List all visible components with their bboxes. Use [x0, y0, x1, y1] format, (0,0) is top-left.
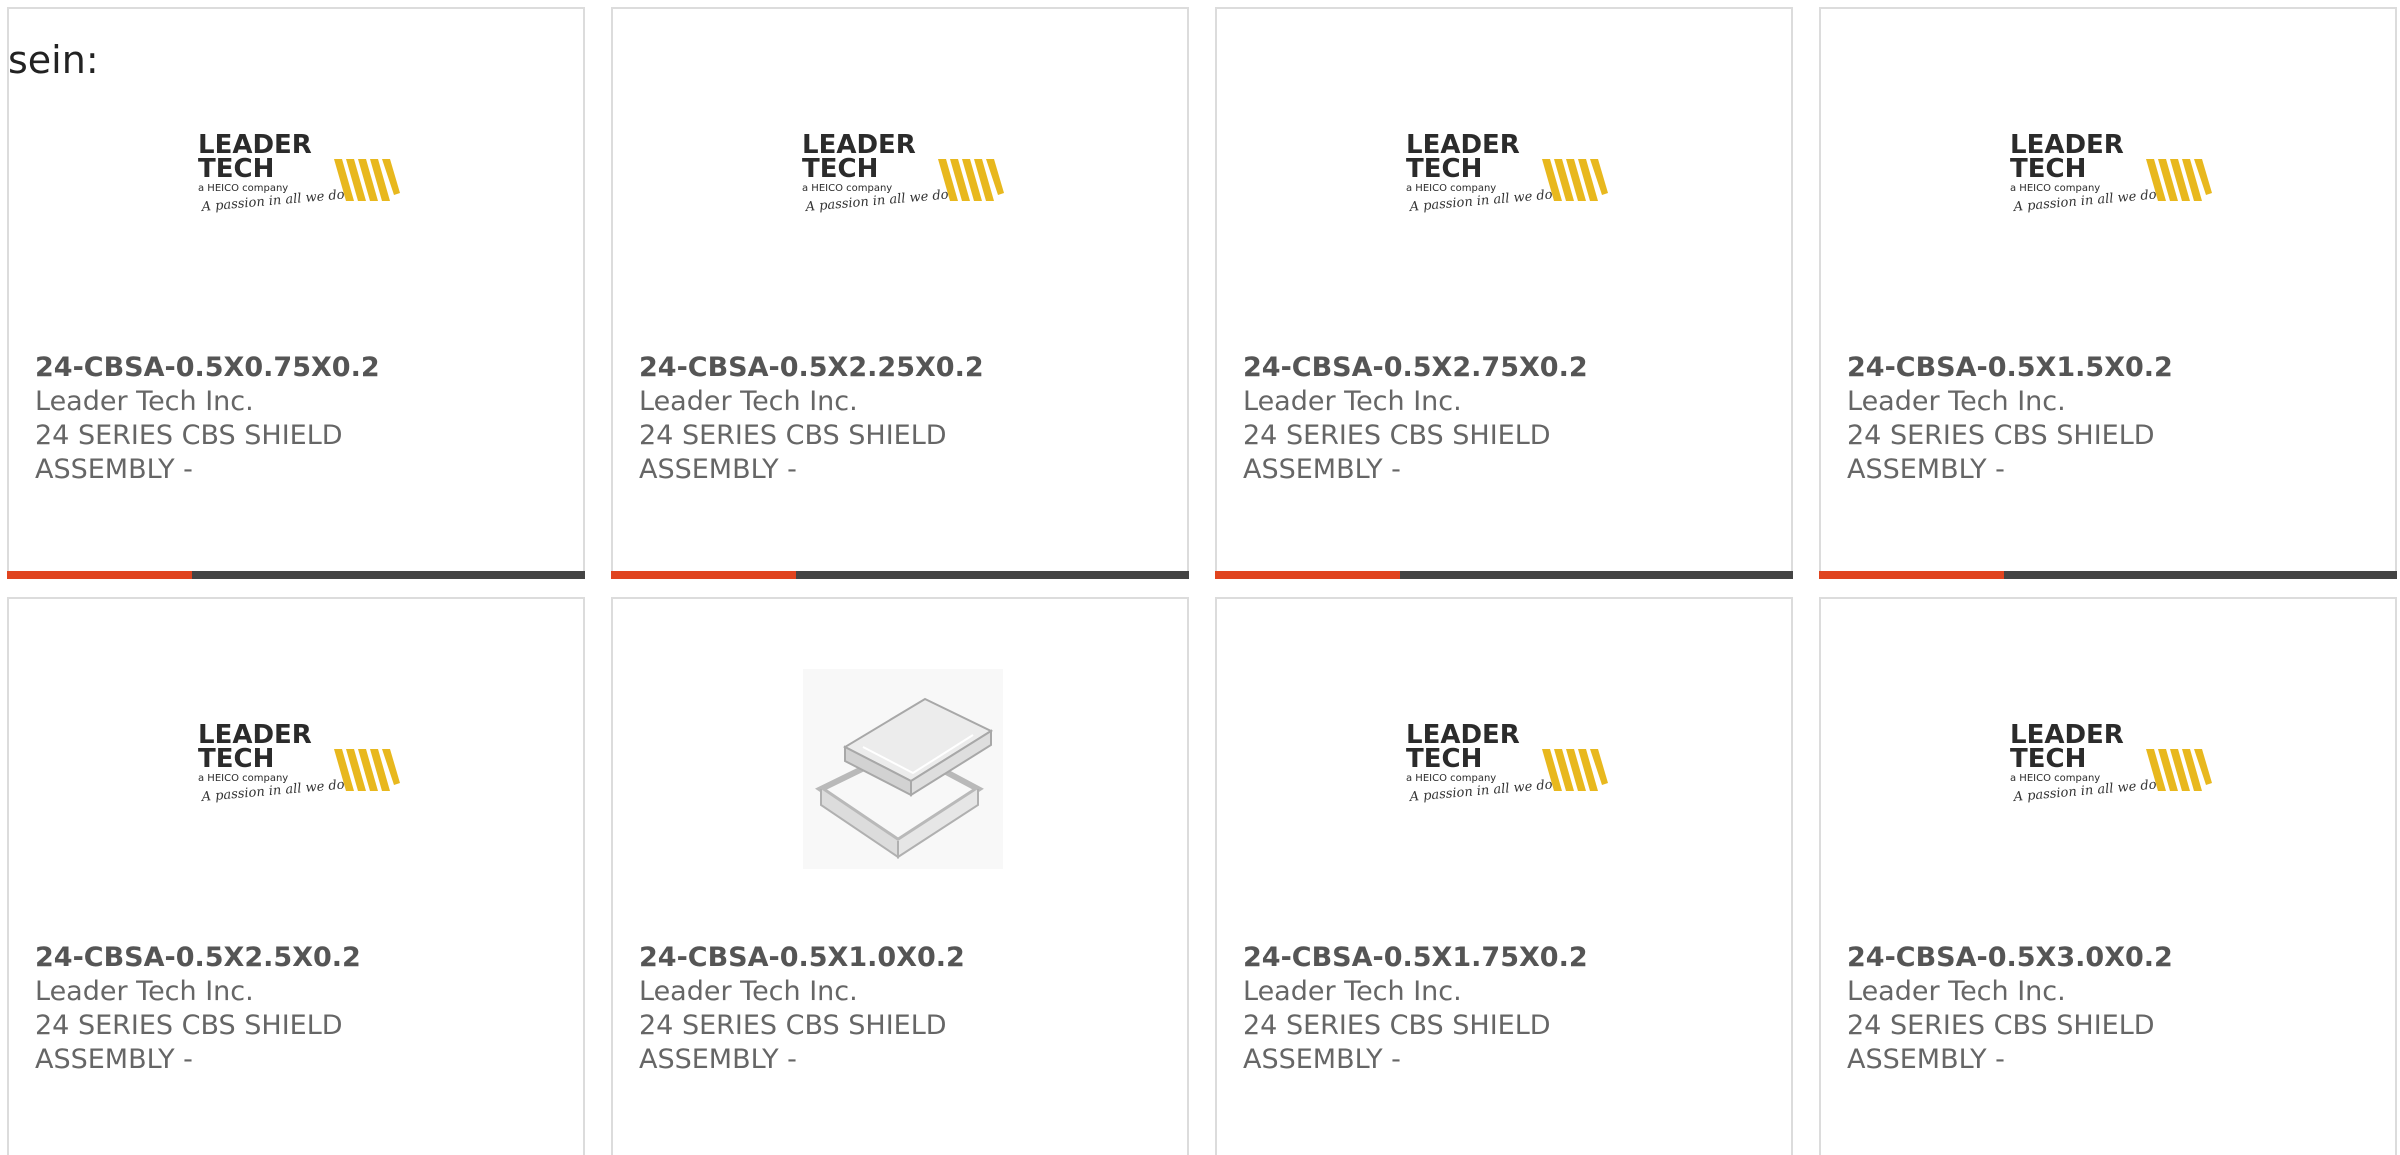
manufacturer: Leader Tech Inc.: [1243, 386, 1462, 417]
product-card[interactable]: LEADER TECH a HEICO company A passion in…: [1215, 7, 1793, 579]
leader-tech-logo-icon: LEADER TECH a HEICO company A passion in…: [1406, 130, 1608, 215]
svg-text:a HEICO company: a HEICO company: [2010, 773, 2100, 784]
manufacturer: Leader Tech Inc.: [639, 386, 858, 417]
description: 24 SERIES CBS SHIELD ASSEMBLY -: [1243, 420, 1551, 485]
svg-text:TECH: TECH: [802, 154, 878, 184]
description: 24 SERIES CBS SHIELD ASSEMBLY -: [1243, 1010, 1551, 1075]
product-card[interactable]: 24-CBSA-0.5X1.0X0.2 Leader Tech Inc. 24 …: [611, 597, 1189, 1155]
svg-text:TECH: TECH: [2010, 154, 2086, 184]
description: 24 SERIES CBS SHIELD ASSEMBLY -: [35, 420, 343, 485]
product-grid-page: sein: LEADER TECH a HEICO company A pass…: [0, 0, 2400, 1155]
product-card[interactable]: LEADER TECH a HEICO company A passion in…: [7, 597, 585, 1155]
product-thumbnail: LEADER TECH a HEICO company A passion in…: [2001, 719, 2221, 819]
svg-text:TECH: TECH: [1406, 154, 1482, 184]
card-accent-bar: [611, 571, 1189, 579]
description: 24 SERIES CBS SHIELD ASSEMBLY -: [1847, 420, 2155, 485]
description: 24 SERIES CBS SHIELD ASSEMBLY -: [35, 1010, 343, 1075]
product-meta: 24-CBSA-0.5X1.5X0.2 Leader Tech Inc. 24 …: [1847, 351, 2327, 487]
manufacturer: Leader Tech Inc.: [1847, 976, 2066, 1007]
description: 24 SERIES CBS SHIELD ASSEMBLY -: [639, 1010, 947, 1075]
product-thumbnail: LEADER TECH a HEICO company A passion in…: [189, 129, 409, 229]
part-number: 24-CBSA-0.5X3.0X0.2: [1847, 942, 2173, 973]
product-thumbnail: LEADER TECH a HEICO company A passion in…: [1397, 719, 1617, 819]
product-meta: 24-CBSA-0.5X2.5X0.2 Leader Tech Inc. 24 …: [35, 941, 515, 1077]
card-accent-bar: [1215, 571, 1793, 579]
leader-tech-logo-icon: LEADER TECH a HEICO company A passion in…: [1406, 720, 1608, 805]
leader-tech-logo-icon: LEADER TECH a HEICO company A passion in…: [198, 130, 400, 215]
svg-text:TECH: TECH: [2010, 744, 2086, 774]
svg-text:a HEICO company: a HEICO company: [198, 773, 288, 784]
part-number: 24-CBSA-0.5X2.25X0.2: [639, 352, 984, 383]
description: 24 SERIES CBS SHIELD ASSEMBLY -: [1847, 1010, 2155, 1075]
part-number: 24-CBSA-0.5X1.5X0.2: [1847, 352, 2173, 383]
manufacturer: Leader Tech Inc.: [1847, 386, 2066, 417]
leader-tech-logo-icon: LEADER TECH a HEICO company A passion in…: [198, 720, 400, 805]
part-number: 24-CBSA-0.5X0.75X0.2: [35, 352, 380, 383]
intro-text: sein:: [8, 38, 99, 82]
svg-text:a HEICO company: a HEICO company: [1406, 183, 1496, 194]
product-thumbnail: LEADER TECH a HEICO company A passion in…: [1397, 129, 1617, 229]
product-meta: 24-CBSA-0.5X2.25X0.2 Leader Tech Inc. 24…: [639, 351, 1119, 487]
product-meta: 24-CBSA-0.5X3.0X0.2 Leader Tech Inc. 24 …: [1847, 941, 2327, 1077]
product-card[interactable]: LEADER TECH a HEICO company A passion in…: [7, 7, 585, 579]
product-thumbnail: [793, 669, 1013, 869]
product-card[interactable]: LEADER TECH a HEICO company A passion in…: [1215, 597, 1793, 1155]
part-number: 24-CBSA-0.5X1.75X0.2: [1243, 942, 1588, 973]
description: 24 SERIES CBS SHIELD ASSEMBLY -: [639, 420, 947, 485]
part-number: 24-CBSA-0.5X2.75X0.2: [1243, 352, 1588, 383]
manufacturer: Leader Tech Inc.: [35, 976, 254, 1007]
leader-tech-logo-icon: LEADER TECH a HEICO company A passion in…: [2010, 720, 2212, 805]
product-card[interactable]: LEADER TECH a HEICO company A passion in…: [1819, 597, 2397, 1155]
product-meta: 24-CBSA-0.5X1.0X0.2 Leader Tech Inc. 24 …: [639, 941, 1119, 1077]
card-accent-bar: [7, 571, 585, 579]
product-meta: 24-CBSA-0.5X1.75X0.2 Leader Tech Inc. 24…: [1243, 941, 1723, 1077]
product-card[interactable]: LEADER TECH a HEICO company A passion in…: [1819, 7, 2397, 579]
product-thumbnail: LEADER TECH a HEICO company A passion in…: [189, 719, 409, 819]
shield-product-photo-icon: [803, 669, 1003, 869]
manufacturer: Leader Tech Inc.: [1243, 976, 1462, 1007]
product-meta: 24-CBSA-0.5X0.75X0.2 Leader Tech Inc. 24…: [35, 351, 515, 487]
product-thumbnail: LEADER TECH a HEICO company A passion in…: [793, 129, 1013, 229]
svg-text:TECH: TECH: [198, 154, 274, 184]
svg-text:a HEICO company: a HEICO company: [198, 183, 288, 194]
product-meta: 24-CBSA-0.5X2.75X0.2 Leader Tech Inc. 24…: [1243, 351, 1723, 487]
svg-text:TECH: TECH: [198, 744, 274, 774]
part-number: 24-CBSA-0.5X1.0X0.2: [639, 942, 965, 973]
leader-tech-logo-icon: LEADER TECH a HEICO company A passion in…: [802, 130, 1004, 215]
svg-text:a HEICO company: a HEICO company: [802, 183, 892, 194]
product-thumbnail: LEADER TECH a HEICO company A passion in…: [2001, 129, 2221, 229]
manufacturer: Leader Tech Inc.: [35, 386, 254, 417]
part-number: 24-CBSA-0.5X2.5X0.2: [35, 942, 361, 973]
svg-text:TECH: TECH: [1406, 744, 1482, 774]
svg-text:a HEICO company: a HEICO company: [1406, 773, 1496, 784]
leader-tech-logo-icon: LEADER TECH a HEICO company A passion in…: [2010, 130, 2212, 215]
product-card[interactable]: LEADER TECH a HEICO company A passion in…: [611, 7, 1189, 579]
manufacturer: Leader Tech Inc.: [639, 976, 858, 1007]
card-accent-bar: [1819, 571, 2397, 579]
svg-text:a HEICO company: a HEICO company: [2010, 183, 2100, 194]
